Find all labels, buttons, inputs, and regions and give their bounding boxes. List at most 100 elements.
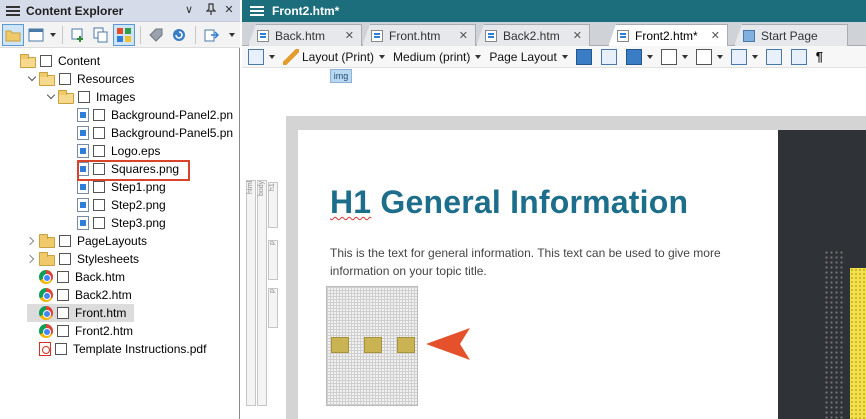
chevron-right-icon[interactable]	[27, 236, 37, 246]
tree-item-checkbox[interactable]	[93, 109, 105, 121]
open-folder-button[interactable]	[2, 23, 24, 46]
tag-button[interactable]	[145, 24, 167, 46]
link-button[interactable]	[730, 48, 760, 66]
tiles-view-button[interactable]	[113, 23, 135, 46]
tree-item[interactable]: Front.htm	[27, 304, 135, 322]
panel-menu-icon[interactable]	[6, 5, 20, 16]
tree-item[interactable]: Images	[46, 88, 135, 106]
tab-start-page[interactable]: Start Page	[734, 24, 848, 46]
zoom-icon	[248, 48, 264, 65]
refresh-button[interactable]	[168, 24, 190, 46]
view-mode-button[interactable]	[25, 24, 47, 46]
tree-item[interactable]: Content	[8, 52, 100, 70]
tab-back2-htm[interactable]: Back2.htm ✕	[476, 24, 590, 46]
tree-item[interactable]: Front2.htm	[27, 322, 133, 340]
tree-item-checkbox[interactable]	[55, 343, 67, 355]
variable-button[interactable]	[695, 48, 725, 66]
editor-toolbar: Layout (Print) Medium (print) Page Layou…	[242, 46, 866, 68]
tree-item-checkbox[interactable]	[59, 253, 71, 265]
tab-label: Back.htm	[275, 28, 326, 43]
tree-item-checkbox[interactable]	[59, 235, 71, 247]
export-button[interactable]	[200, 24, 222, 46]
toolbar-divider	[195, 25, 196, 44]
save-button[interactable]	[575, 48, 595, 66]
editor-menu-icon[interactable]	[250, 6, 264, 16]
image-icon	[625, 48, 642, 65]
image-button[interactable]	[625, 48, 655, 66]
close-icon[interactable]: ✕	[222, 3, 236, 16]
tree-item-checkbox[interactable]	[78, 91, 90, 103]
folder-icon	[39, 71, 55, 86]
tree-item[interactable]: Stylesheets	[27, 250, 139, 268]
squares-image[interactable]	[326, 286, 418, 406]
chevron-right-icon[interactable]	[27, 254, 37, 264]
document-tabs: Back.htm ✕ Front.htm ✕ Back2.htm ✕ Front2.htm*…	[242, 22, 866, 47]
structure-tag-p[interactable]: p	[268, 288, 278, 328]
structure-tag-body[interactable]: body	[257, 180, 267, 406]
folder-icon	[5, 30, 21, 41]
tree-item-checkbox[interactable]	[93, 217, 105, 229]
tree-item-checkbox[interactable]	[93, 127, 105, 139]
document-heading[interactable]: H1 General Information	[330, 184, 688, 221]
tree-item[interactable]: Step3.png	[65, 214, 166, 232]
tree-item[interactable]: Back2.htm	[27, 286, 132, 304]
dropdown-icon[interactable]: ∨	[182, 3, 196, 16]
tree-item[interactable]: Background-Panel2.pn	[65, 106, 233, 124]
close-icon[interactable]: ✕	[711, 29, 720, 42]
tree-item-checkbox[interactable]	[93, 145, 105, 157]
tree-item-checkbox[interactable]	[40, 55, 52, 67]
tab-back-htm[interactable]: Back.htm ✕	[248, 24, 362, 46]
page-layout-dropdown[interactable]: Page Layout	[489, 48, 569, 66]
chevron-down-icon	[646, 54, 653, 59]
pdf-icon	[39, 342, 51, 356]
medium-dropdown[interactable]: Medium (print)	[393, 48, 483, 66]
close-icon[interactable]: ✕	[345, 29, 354, 42]
new-item-button[interactable]	[67, 24, 89, 46]
show-marks-button[interactable]: ¶	[816, 48, 823, 66]
tree-item-checkbox[interactable]	[59, 73, 71, 85]
chevron-down-icon[interactable]	[229, 32, 235, 37]
tree-item-label: Background-Panel2.pn	[111, 108, 234, 122]
tree-item[interactable]: PageLayouts	[27, 232, 147, 250]
tree-item[interactable]: Back.htm	[27, 268, 125, 286]
tree-item[interactable]: Resources	[27, 70, 134, 88]
chevron-down-icon[interactable]	[50, 32, 56, 37]
tree-item-checkbox[interactable]	[57, 271, 69, 283]
zoom-button[interactable]	[248, 48, 277, 66]
tree-item-checkbox[interactable]	[57, 289, 69, 301]
tab-front2-htm[interactable]: Front2.htm* ✕	[608, 24, 728, 47]
structure-tag-h1[interactable]: h1	[268, 182, 278, 228]
structure-tag-p[interactable]: p	[268, 240, 278, 280]
remove-button[interactable]	[660, 48, 690, 66]
pin-icon[interactable]	[204, 3, 218, 18]
close-icon[interactable]: ✕	[459, 29, 468, 42]
tree-item[interactable]: Logo.eps	[65, 142, 160, 160]
tree-item-checkbox[interactable]	[93, 181, 105, 193]
show-tags-button[interactable]	[790, 48, 810, 66]
selected-tag-badge[interactable]: img	[330, 69, 352, 83]
image-file-icon	[77, 144, 89, 158]
copy-button[interactable]	[90, 24, 112, 46]
structure-bars-button[interactable]	[765, 48, 785, 66]
tree-item[interactable]: Step2.png	[65, 196, 166, 214]
layout-dropdown[interactable]: Layout (Print)	[283, 48, 387, 66]
tree-item-checkbox[interactable]	[57, 325, 69, 337]
tree-item[interactable]: Background-Panel5.pn	[65, 124, 233, 142]
browser-icon	[39, 306, 53, 320]
close-icon[interactable]: ✕	[573, 29, 582, 42]
tree-item[interactable]: Template Instructions.pdf	[27, 340, 206, 358]
tree-item-checkbox[interactable]	[57, 307, 69, 319]
chevron-down-icon[interactable]	[27, 74, 37, 84]
tree-item-checkbox[interactable]	[93, 199, 105, 211]
page-side-panel	[778, 130, 866, 419]
structure-tag-html[interactable]: html	[246, 180, 256, 406]
chevron-down-icon[interactable]	[46, 92, 56, 102]
tab-front-htm[interactable]: Front.htm ✕	[362, 24, 476, 46]
document-paragraph[interactable]: This is the text for general information…	[330, 244, 750, 280]
browser-icon	[39, 324, 53, 338]
print-button[interactable]	[600, 48, 620, 66]
